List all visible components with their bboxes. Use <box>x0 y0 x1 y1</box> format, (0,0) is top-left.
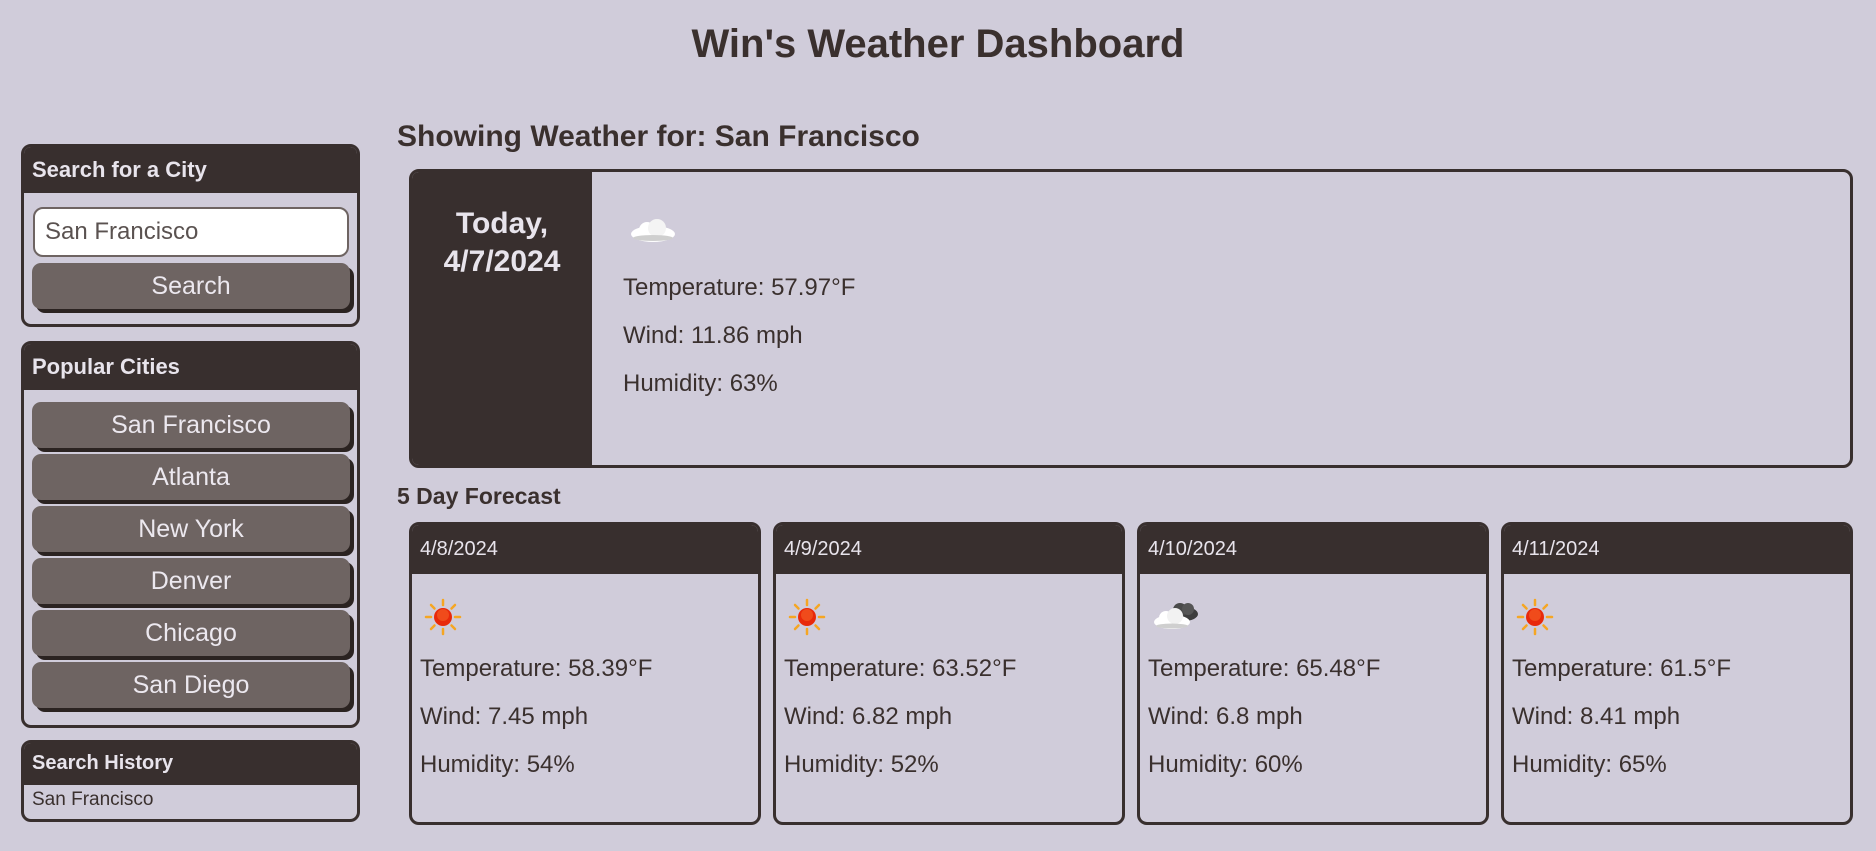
city-search-input[interactable] <box>33 207 349 257</box>
forecast-humidity: Humidity: 52% <box>784 751 939 778</box>
city-button-denver[interactable]: Denver <box>32 558 350 604</box>
sun-icon <box>420 594 758 640</box>
forecast-humidity: Humidity: 65% <box>1512 751 1667 778</box>
search-history-item[interactable]: San Francisco <box>24 785 357 815</box>
cloud-icon <box>623 202 855 254</box>
search-button[interactable]: Search <box>32 263 350 309</box>
forecast-humidity: Humidity: 60% <box>1148 751 1303 778</box>
city-button-san-diego[interactable]: San Diego <box>32 662 350 708</box>
forecast-title: 5 Day Forecast <box>397 483 561 509</box>
forecast-humidity: Humidity: 54% <box>420 751 575 778</box>
forecast-card: 4/11/2024 Temperature: 61.5°F Wind: 8.41… <box>1501 522 1853 825</box>
forecast-wind: Wind: 7.45 mph <box>420 703 589 730</box>
current-date-value: 4/7/2024 <box>443 245 561 278</box>
forecast-card: 4/8/2024 Temperature: 58.39°F Wind: 7.45… <box>409 522 761 825</box>
search-history-title: Search History <box>24 743 357 785</box>
current-date-label: Today, <box>455 207 549 240</box>
sun-icon <box>1512 594 1850 640</box>
city-button-chicago[interactable]: Chicago <box>32 610 350 656</box>
forecast-temperature: Temperature: 65.48°F <box>1148 655 1381 682</box>
forecast-card: 4/9/2024 Temperature: 63.52°F Wind: 6.82… <box>773 522 1125 825</box>
current-date: Today, 4/7/2024 <box>412 172 592 465</box>
popular-cities-title: Popular Cities <box>24 344 357 390</box>
page-title: Win's Weather Dashboard <box>691 22 1185 66</box>
forecast-temperature: Temperature: 61.5°F <box>1512 655 1732 682</box>
forecast-wind: Wind: 6.82 mph <box>784 703 953 730</box>
forecast-wind: Wind: 6.8 mph <box>1148 703 1303 730</box>
forecast-temperature: Temperature: 58.39°F <box>420 655 653 682</box>
forecast-date: 4/8/2024 <box>412 525 758 574</box>
sun-icon <box>784 594 1122 640</box>
city-button-atlanta[interactable]: Atlanta <box>32 454 350 500</box>
broken-clouds-icon <box>1148 594 1486 640</box>
forecast-date: 4/11/2024 <box>1504 525 1850 574</box>
current-weather-card: Today, 4/7/2024 Temperature: 57.97°F Win… <box>409 169 1853 468</box>
search-history-panel: Search History San Francisco <box>21 740 360 822</box>
forecast-date: 4/9/2024 <box>776 525 1122 574</box>
forecast-wind: Wind: 8.41 mph <box>1512 703 1681 730</box>
popular-cities-panel: Popular Cities San Francisco Atlanta New… <box>21 341 360 728</box>
search-panel: Search for a City Search <box>21 144 360 327</box>
current-temperature: Temperature: 57.97°F <box>623 274 856 301</box>
forecast-card: 4/10/2024 Temperature: 65.48°F Wind: 6.8… <box>1137 522 1489 825</box>
current-wind: Wind: 11.86 mph <box>623 322 803 349</box>
search-panel-title: Search for a City <box>24 147 357 193</box>
city-button-san-francisco[interactable]: San Francisco <box>32 402 350 448</box>
current-humidity: Humidity: 63% <box>623 370 778 397</box>
forecast-date: 4/10/2024 <box>1140 525 1486 574</box>
forecast-temperature: Temperature: 63.52°F <box>784 655 1017 682</box>
city-button-new-york[interactable]: New York <box>32 506 350 552</box>
current-city-heading: Showing Weather for: San Francisco <box>397 120 920 153</box>
